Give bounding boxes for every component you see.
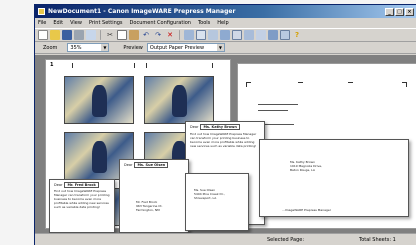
crop-mark	[348, 82, 353, 87]
undo-icon[interactable]: ↶	[141, 30, 151, 40]
title-bar: NewDocument1 - Canon ImageWARE Prepress …	[35, 5, 416, 18]
preview-label: Preview	[123, 44, 143, 51]
salutation-word: Dear	[54, 183, 63, 187]
salutation: Dear Mr. Fred Brock	[54, 182, 99, 188]
booklet-icon[interactable]	[268, 30, 278, 40]
crop-mark	[298, 82, 303, 87]
toolbar-separator	[179, 30, 180, 40]
letter-page[interactable]: Ms. Sue Olsen 5404 Pine Creek Dr., Shrev…	[185, 173, 249, 231]
brochure-photo	[64, 76, 134, 124]
page-number: 1	[50, 62, 54, 68]
minimize-button[interactable]: _	[385, 7, 394, 16]
selected-page-label: Selected Page:	[267, 236, 305, 243]
preview-select[interactable]: Output Paper Preview ▼	[146, 43, 225, 52]
save-icon[interactable]	[62, 30, 72, 40]
desktop-background: NewDocument1 - Canon ImageWARE Prepress …	[0, 0, 416, 245]
menu-help[interactable]: Help	[217, 20, 228, 26]
app-window: NewDocument1 - Canon ImageWARE Prepress …	[34, 4, 416, 245]
menu-view[interactable]: View	[70, 20, 82, 26]
maximize-button[interactable]: □	[395, 7, 404, 16]
finishing-icon[interactable]	[220, 30, 230, 40]
copy-icon[interactable]	[117, 30, 127, 40]
menu-tools[interactable]: Tools	[198, 20, 210, 26]
text-line	[258, 110, 288, 111]
help-icon[interactable]: ?	[292, 30, 302, 40]
letter-body: Find out how ImageWARE Prepress Manager …	[54, 189, 110, 209]
print-icon[interactable]	[74, 30, 84, 40]
menu-bar: File Edit View Print Settings Document C…	[35, 18, 416, 28]
toolbar-separator	[100, 30, 101, 40]
punch-icon[interactable]	[244, 30, 254, 40]
menu-print-settings[interactable]: Print Settings	[89, 20, 123, 26]
salutation: Dear Ms. Sue Olsen	[124, 162, 169, 168]
recipient-name: Ms. Sue Olsen	[134, 162, 169, 168]
crop-mark	[130, 63, 135, 68]
zoom-value: 35%	[70, 44, 82, 51]
menu-document-configuration[interactable]: Document Configuration	[130, 20, 191, 26]
preview-area[interactable]: 1 Dear Ms. Kathy Brown Find out how Imag…	[35, 55, 416, 233]
letter-page[interactable]: Ms. Kathy Brown 1919 Magnolia Drive, Bat…	[259, 139, 409, 217]
insert-icon[interactable]	[184, 30, 194, 40]
recipient-name: Ms. Kathy Brown	[200, 124, 240, 130]
salutation: Dear Ms. Kathy Brown	[190, 124, 240, 130]
status-bar: Selected Page: Total Sheets: 1	[35, 233, 416, 245]
recipient-address: Mr. Fred Brock 963 Tangerine Ct. Farming…	[136, 200, 163, 212]
crop-mark	[402, 82, 407, 87]
salutation-word: Dear	[190, 125, 199, 129]
staple-icon[interactable]	[232, 30, 242, 40]
cut-icon[interactable]: ✂	[105, 30, 115, 40]
page-setup-icon[interactable]	[196, 30, 206, 40]
zoom-label: Zoom	[43, 44, 58, 51]
chevron-down-icon[interactable]: ▼	[101, 44, 109, 51]
close-button[interactable]: ×	[405, 7, 414, 16]
letter-page[interactable]: Dear Ms. Sue Olsen Mr. Fred Brock 963 Tan…	[119, 159, 189, 233]
options-bar: Zoom 35% ▼ Preview Output Paper Preview …	[35, 42, 416, 54]
open-icon[interactable]	[50, 30, 60, 40]
salutation-word: Dear	[124, 163, 133, 167]
window-title: NewDocument1 - Canon ImageWARE Prepress …	[48, 8, 236, 15]
menu-edit[interactable]: Edit	[53, 20, 63, 26]
preview-value: Output Paper Preview	[149, 44, 205, 51]
merge-icon[interactable]	[280, 30, 290, 40]
total-sheets-label: Total Sheets: 1	[359, 236, 396, 243]
layout-icon[interactable]	[208, 30, 218, 40]
letter-page[interactable]: Dear Mr. Fred Brock Find out how ImageWAR…	[49, 179, 115, 233]
letter-footer: ...ImageWARE Prepress Manager	[282, 208, 331, 212]
crop-mark	[212, 63, 217, 68]
fold-icon[interactable]	[256, 30, 266, 40]
recipient-name: Mr. Fred Brock	[64, 182, 99, 188]
paste-icon[interactable]	[129, 30, 139, 40]
recipient-address: Ms. Kathy Brown 1919 Magnolia Drive, Bat…	[290, 160, 323, 172]
recipient-address: Ms. Sue Olsen 5404 Pine Creek Dr., Shrev…	[194, 188, 225, 200]
chevron-down-icon[interactable]: ▼	[216, 44, 224, 51]
brochure-photo	[144, 76, 214, 124]
crop-mark	[146, 63, 151, 68]
letter-body: Find out how ImageWARE Prepress Manager …	[190, 132, 257, 148]
zoom-select[interactable]: 35% ▼	[67, 43, 110, 52]
delete-icon[interactable]: ✕	[165, 30, 175, 40]
app-icon	[38, 8, 45, 15]
menu-file[interactable]: File	[38, 20, 46, 26]
window-controls: _ □ ×	[385, 7, 414, 16]
toolbar: ✂ ↶ ↷ ✕ ?	[35, 28, 416, 42]
new-icon[interactable]	[38, 30, 48, 40]
crop-mark	[68, 63, 73, 68]
crop-mark	[246, 82, 251, 87]
redo-icon[interactable]: ↷	[153, 30, 163, 40]
text-line	[258, 104, 298, 105]
preview-icon[interactable]	[86, 30, 96, 40]
